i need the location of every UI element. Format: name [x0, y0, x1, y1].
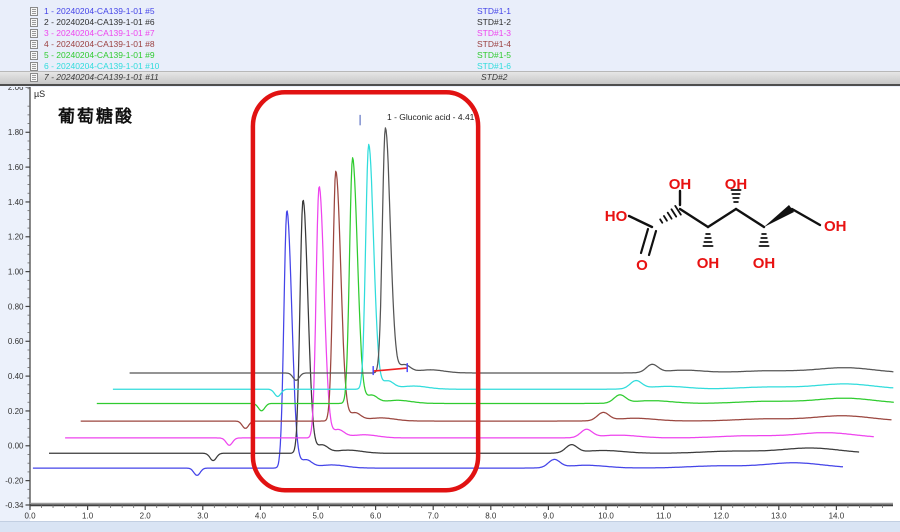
carbonyl-o-label: O	[636, 257, 648, 274]
bond	[671, 209, 676, 216]
legend-row-2[interactable]: 2 - 20240204-CA139-1-01 #6 STD#1-2	[0, 17, 900, 28]
x-tick-label: 5.0	[312, 512, 324, 521]
oh-label: OH	[725, 176, 748, 193]
legend-std-label: STD#1-3	[477, 28, 511, 39]
x-tick-label: 0.0	[24, 512, 36, 521]
bond	[736, 209, 764, 227]
legend-sample-name: 4 - 20240204-CA139-1-01 #8	[44, 39, 155, 50]
x-tick-label: 9.0	[543, 512, 555, 521]
chromatogram-icon	[30, 73, 38, 82]
chromatogram-icon	[30, 29, 38, 38]
legend-row-1[interactable]: 1 - 20240204-CA139-1-01 #5 STD#1-1	[0, 6, 900, 17]
legend-std-label: STD#2	[481, 72, 507, 83]
x-tick-label: 6.0	[370, 512, 382, 521]
x-tick-label: 10.0	[598, 512, 614, 521]
chromatogram-plot: 2.06 1.80 1.60 1.40 1.20 1.00 0.80 0.60 0.40 0.20…	[0, 87, 900, 532]
ho-label: HO	[605, 208, 628, 225]
bond	[792, 209, 820, 225]
x-tick-label: 3.0	[197, 512, 209, 521]
legend-std-label: STD#1-2	[477, 17, 511, 28]
legend-sample-name: 3 - 20240204-CA139-1-01 #7	[44, 28, 155, 39]
oh-label: OH	[669, 176, 692, 193]
y-tick-label: 0.80	[8, 302, 24, 311]
legend-sample-name: 2 - 20240204-CA139-1-01 #6	[44, 17, 155, 28]
legend-row-4[interactable]: 4 - 20240204-CA139-1-01 #8 STD#1-4	[0, 39, 900, 50]
bond	[680, 209, 708, 227]
bond	[629, 216, 652, 227]
wedge-bond	[764, 205, 794, 227]
y-tick-label: -0.20	[5, 476, 24, 485]
plot-title: 葡萄糖酸	[58, 102, 134, 127]
bond	[649, 231, 656, 255]
legend-std-label: STD#1-1	[477, 6, 511, 17]
y-tick-label: -0.34	[5, 501, 24, 510]
chromatogram-icon	[30, 51, 38, 60]
y-tick-label: 0.40	[8, 372, 24, 381]
gluconic-acid-structure: HO O OH OH OH OH OH	[596, 158, 886, 288]
y-tick-label: 1.40	[8, 198, 24, 207]
sample-legend: 1 - 20240204-CA139-1-01 #5STD#1-12 - 202…	[0, 0, 900, 86]
chromatogram-icon	[30, 18, 38, 27]
chromatogram-icon	[30, 7, 38, 16]
legend-row-5[interactable]: 5 - 20240204-CA139-1-01 #9 STD#1-5	[0, 50, 900, 61]
chromatogram-icon	[30, 62, 38, 71]
chromatogram-icon	[30, 40, 38, 49]
legend-row-7[interactable]: 7 - 20240204-CA139-1-01 #11 STD#2	[0, 71, 900, 84]
x-tick-label: 14.0	[829, 512, 845, 521]
y-tick-label: 1.20	[8, 233, 24, 242]
legend-std-label: STD#1-5	[477, 50, 511, 61]
bond	[660, 219, 662, 222]
y-tick-label: 0.20	[8, 407, 24, 416]
x-tick-label: 11.0	[656, 512, 672, 521]
x-tick-label: 12.0	[713, 512, 729, 521]
plot-background	[30, 87, 900, 521]
peak-label: 1 - Gluconic acid - 4.41	[387, 112, 474, 122]
legend-sample-name: 7 - 20240204-CA139-1-01 #11	[44, 72, 159, 83]
bond	[664, 216, 667, 221]
chromatography-window: 1 - 20240204-CA139-1-01 #5STD#1-12 - 202…	[0, 0, 900, 532]
y-tick-label: 0.00	[8, 442, 24, 451]
oh-label: OH	[697, 255, 720, 272]
bond	[641, 229, 648, 253]
y-tick-label: 0.60	[8, 337, 24, 346]
y-tick-label: 1.80	[8, 128, 24, 137]
bond	[668, 213, 672, 219]
oh-label: OH	[753, 255, 776, 272]
x-tick-label: 2.0	[140, 512, 152, 521]
bottom-strip	[0, 521, 900, 532]
y-tick-label: 1.00	[8, 267, 24, 276]
legend-std-label: STD#1-4	[477, 39, 511, 50]
legend-row-3[interactable]: 3 - 20240204-CA139-1-01 #7 STD#1-3	[0, 28, 900, 39]
x-tick-label: 8.0	[485, 512, 497, 521]
oh-label: OH	[824, 218, 847, 235]
x-tick-label: 7.0	[428, 512, 440, 521]
x-tick-label: 4.0	[255, 512, 267, 521]
legend-sample-name: 1 - 20240204-CA139-1-01 #5	[44, 6, 155, 17]
x-tick-label: 1.0	[82, 512, 94, 521]
bond	[708, 209, 736, 227]
legend-sample-name: 5 - 20240204-CA139-1-01 #9	[44, 50, 155, 61]
y-tick-label: 2.06	[8, 87, 24, 92]
x-tick-label: 13.0	[771, 512, 787, 521]
y-tick-label: 1.60	[8, 163, 24, 172]
y-axis-unit: µS	[34, 89, 45, 99]
